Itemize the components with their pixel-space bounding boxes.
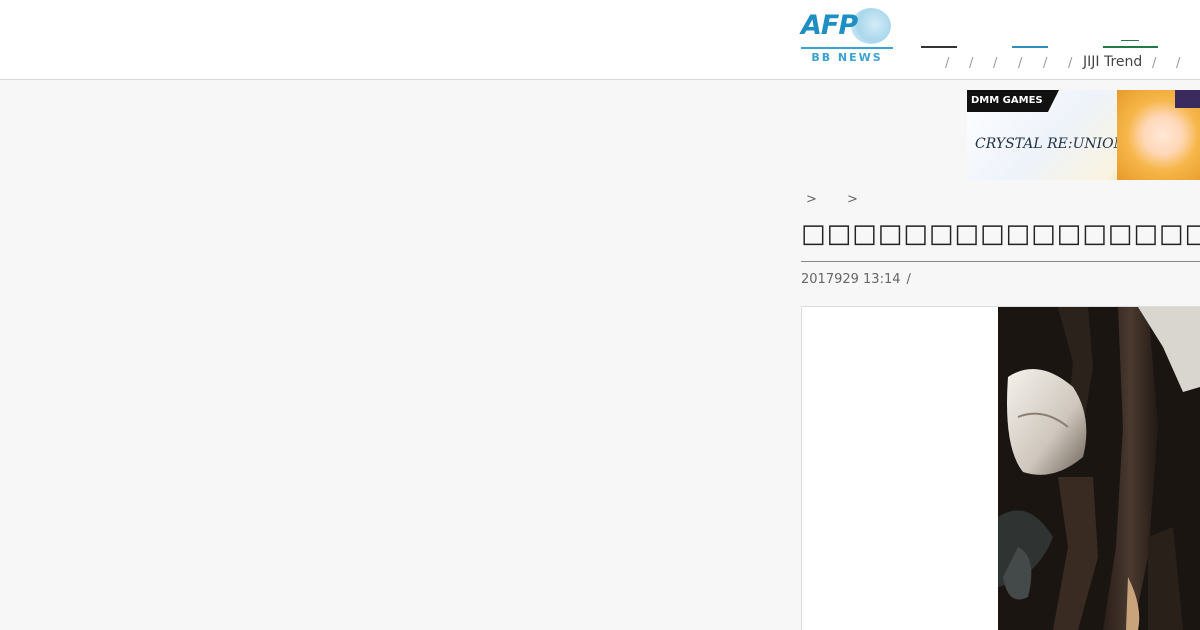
nav-tab-indicator[interactable]: [1103, 46, 1158, 48]
nav-separator: /: [1152, 56, 1157, 71]
nav-separator: /: [1068, 56, 1073, 71]
site-header: AFP BB NEWS / / / / / / JIJI Trend / /: [0, 0, 1200, 80]
nav-tab-indicator[interactable]: [921, 46, 957, 48]
breadcrumb-separator: >: [806, 192, 817, 207]
nav-separator: /: [945, 56, 950, 71]
logo-brand: AFP: [801, 10, 858, 41]
nav-separator: /: [969, 56, 974, 71]
nav-tab-indicator[interactable]: [1012, 46, 1048, 48]
nav-separator: /: [1176, 56, 1181, 71]
logo-subtitle: BB NEWS: [811, 51, 883, 64]
nav-tab-indicator-top: [1121, 40, 1139, 41]
article-date-text: 2017929 13:14: [801, 272, 901, 287]
breadcrumb-separator: >: [847, 192, 858, 207]
date-separator: /: [906, 272, 911, 287]
ad-label: DMM GAMES: [967, 90, 1059, 112]
article-photo-barnacles[interactable]: [998, 307, 1200, 630]
article-date: 2017929 13:14 /: [801, 272, 911, 287]
logo-rule: [801, 47, 893, 49]
ad-game-logo: CRYSTAL RE:UNION: [975, 136, 1126, 152]
nav-separator: /: [1018, 56, 1023, 71]
nav-separator: /: [1043, 56, 1048, 71]
ad-banner[interactable]: DMM GAMES CRYSTAL RE:UNION: [967, 90, 1200, 180]
article-title: □□□□□□□□□□□□□□□□□□□□□□□: [801, 219, 1200, 249]
breadcrumb: > >: [806, 192, 884, 207]
afp-bb-news-logo[interactable]: AFP BB NEWS: [801, 8, 893, 64]
barnacle-photo-illustration: [998, 307, 1200, 630]
title-divider: [801, 261, 1200, 262]
nav-separator: /: [993, 56, 998, 71]
ad-character-accent: [1175, 90, 1200, 108]
nav-link-jiji-trend[interactable]: JIJI Trend: [1083, 54, 1142, 70]
